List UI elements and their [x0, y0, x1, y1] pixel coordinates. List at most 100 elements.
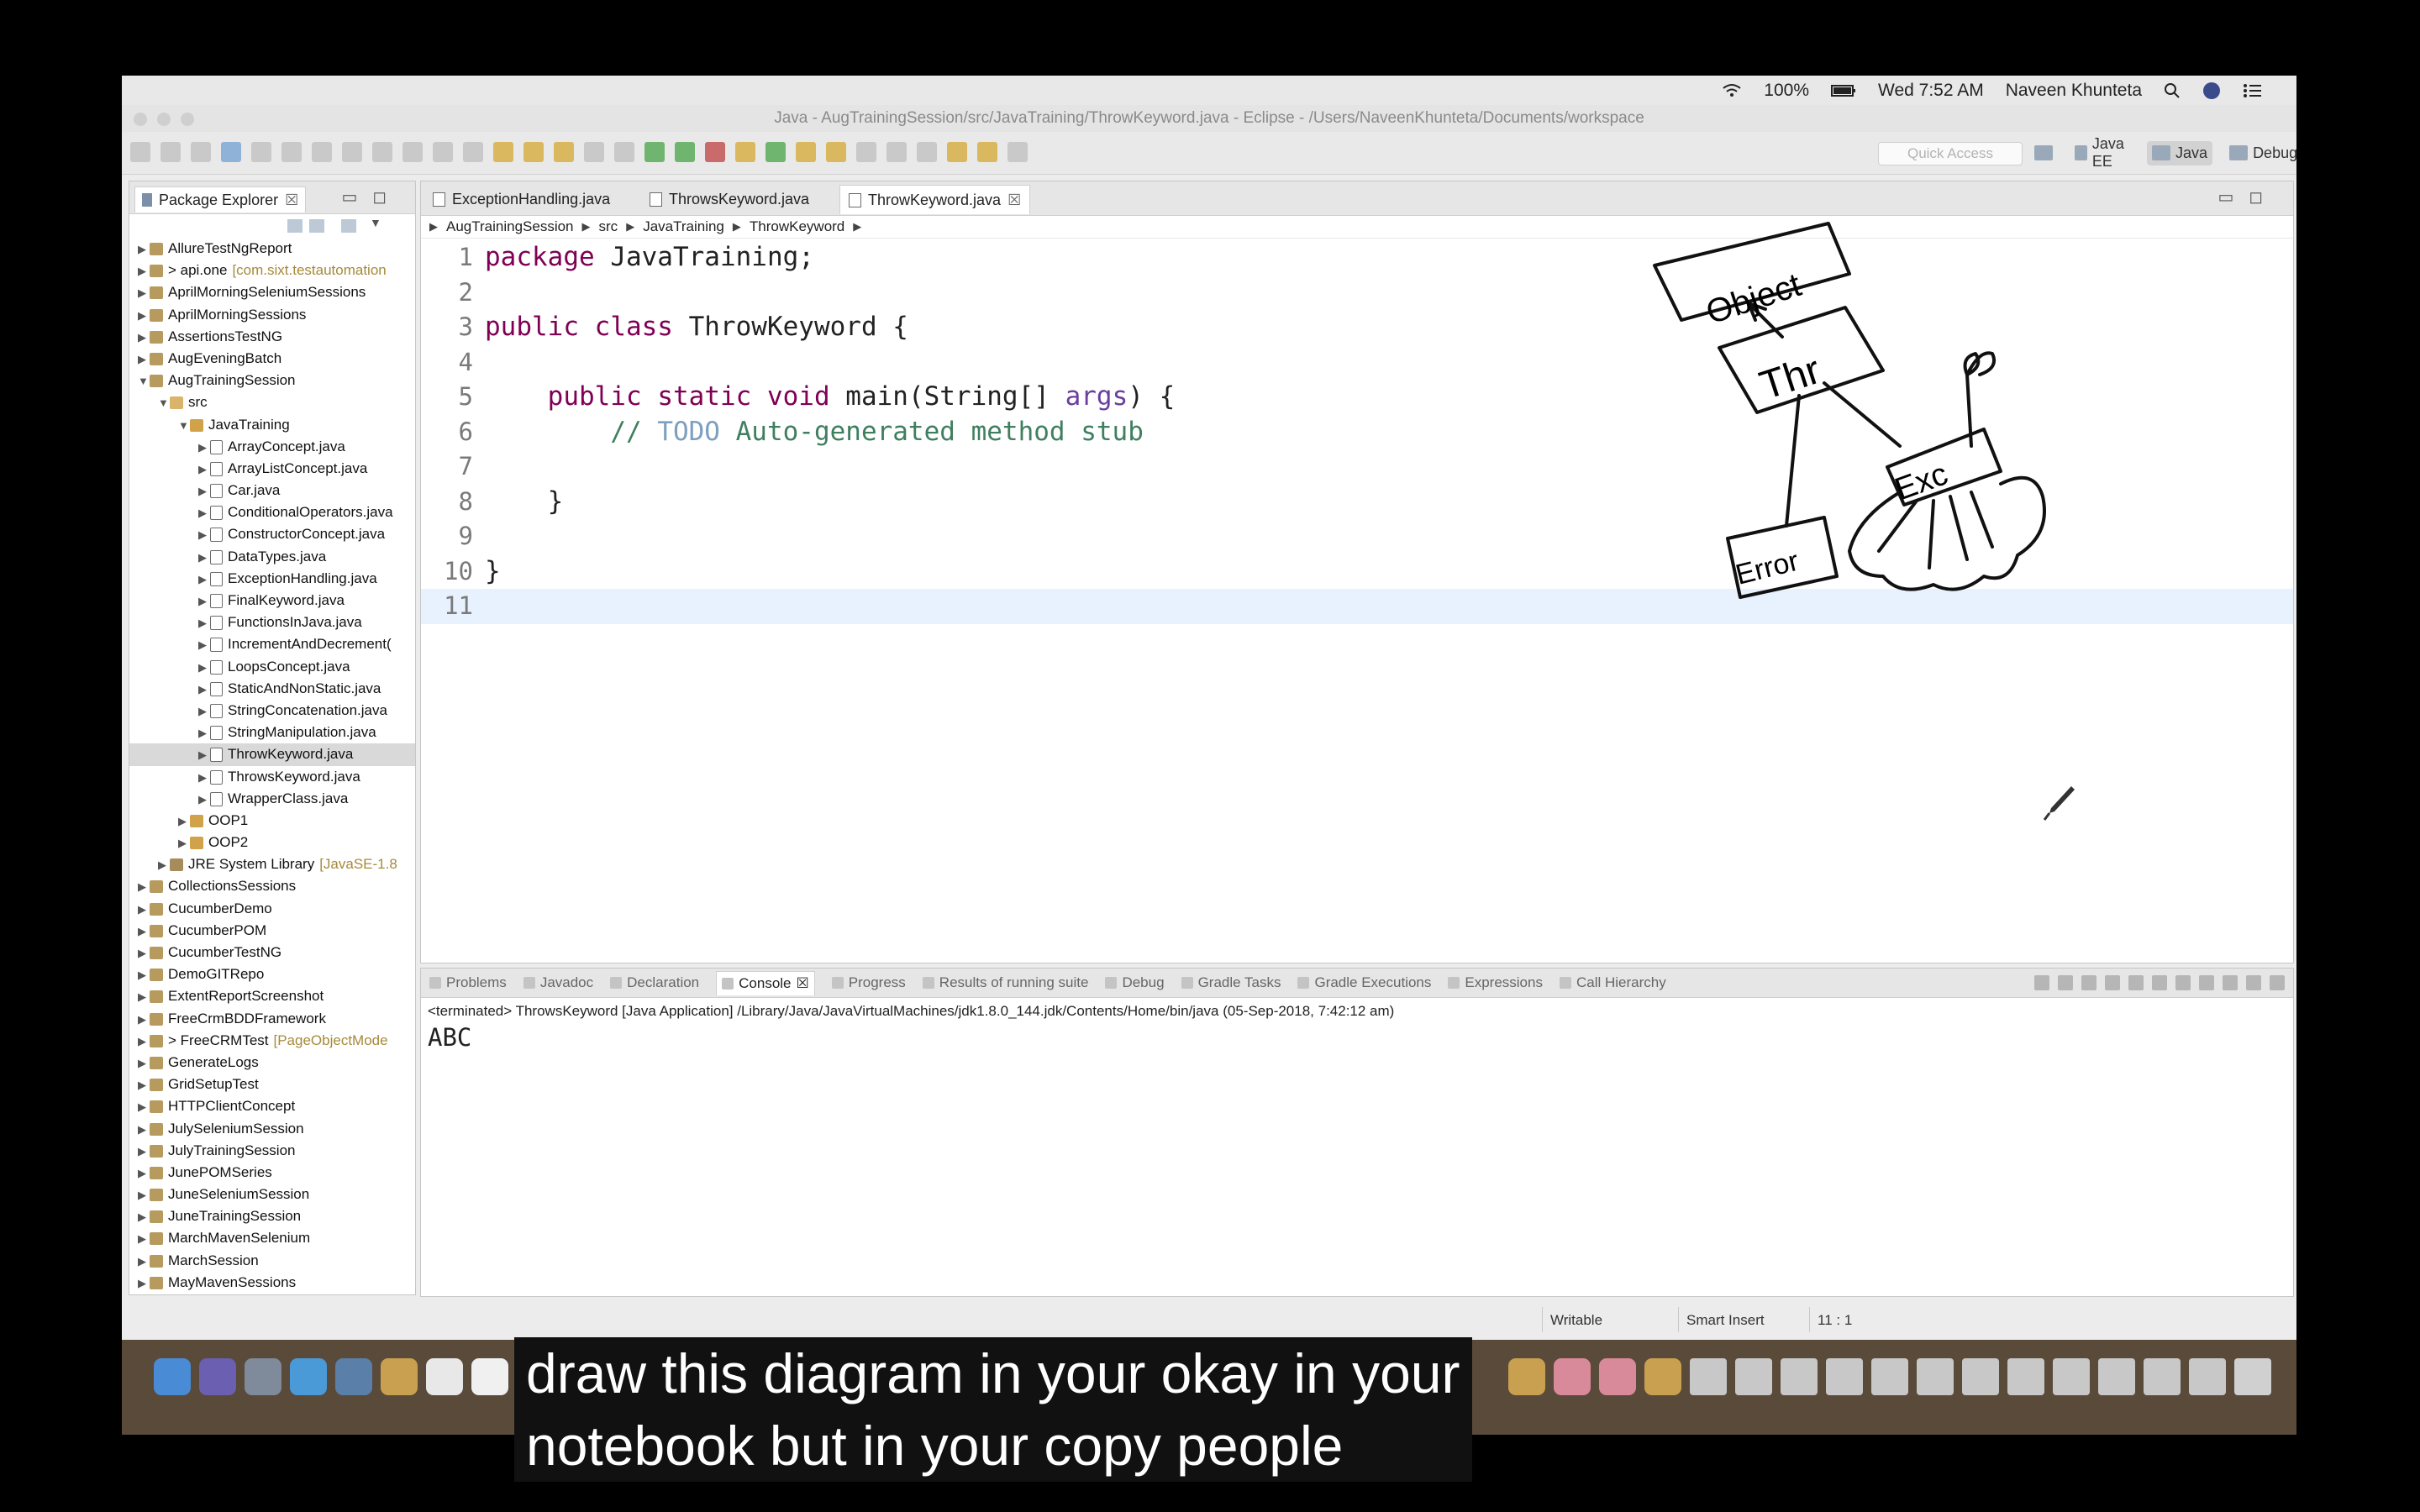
chevron-right-icon[interactable]: ▶ [138, 986, 150, 1007]
user-name[interactable]: Naveen Khunteta [2006, 81, 2142, 101]
tree-item[interactable]: ▶ HTTPClientConcept [129, 1095, 415, 1117]
code-line[interactable]: 3 public class ThrowKeyword { [421, 310, 2293, 345]
chevron-right-icon[interactable]: ▶ [138, 921, 150, 942]
code-line[interactable]: 8 } [421, 485, 2293, 520]
chevron-right-icon[interactable]: ▶ [138, 899, 150, 920]
tree-item[interactable]: ▶ ThrowsKeyword.java [129, 766, 415, 788]
chevron-right-icon[interactable]: ▶ [138, 1273, 150, 1294]
document-thumbnail-icon[interactable] [2053, 1358, 2090, 1395]
tree-item[interactable]: ▶ AprilMorningSeleniumSessions [129, 281, 415, 303]
chevron-right-icon[interactable]: ▶ [198, 569, 210, 590]
tree-item[interactable]: ▶ ConstructorConcept.java [129, 523, 415, 545]
chevron-right-icon[interactable]: ▶ [138, 942, 150, 963]
code-line[interactable]: 11 [421, 589, 2293, 624]
chevron-right-icon[interactable]: ▶ [198, 437, 210, 458]
back-icon[interactable] [977, 142, 997, 162]
tree-item[interactable]: ▶ ExtentReportScreenshot [129, 985, 415, 1007]
tree-item[interactable]: ▶ OOP2 [129, 832, 415, 853]
tab-debug[interactable]: Debug [1105, 974, 1165, 991]
tree-item[interactable]: ▶ JRE System Library [JavaSE-1.8 [129, 853, 415, 875]
chevron-right-icon[interactable]: ▶ [158, 854, 170, 875]
remove-all-launches-icon[interactable] [2081, 975, 2096, 990]
chevron-right-icon[interactable]: ▶ [138, 349, 150, 370]
tree-item[interactable]: ▶ StringConcatenation.java [129, 700, 415, 722]
chevron-right-icon[interactable]: ▶ [138, 1009, 150, 1030]
chevron-right-icon[interactable]: ▶ [198, 789, 210, 810]
tab-progress[interactable]: Progress [831, 974, 906, 991]
chevron-down-icon[interactable]: ▼ [138, 370, 150, 391]
clock[interactable]: Wed 7:52 AM [1878, 81, 1984, 101]
chevron-right-icon[interactable]: ▶ [138, 1228, 150, 1249]
tree-item[interactable]: ▶ GenerateLogs [129, 1052, 415, 1074]
chevron-right-icon[interactable]: ▶ [138, 327, 150, 348]
safari-icon[interactable] [290, 1358, 327, 1395]
show-on-output-icon[interactable] [2175, 975, 2191, 990]
code-line[interactable]: 6 // TODO Auto-generated method stub [421, 415, 2293, 450]
launchpad-icon[interactable] [245, 1358, 281, 1395]
document-thumbnail-icon[interactable] [1826, 1358, 1863, 1395]
search-toolbar-icon[interactable] [856, 142, 876, 162]
status-insert-mode[interactable]: Smart Insert [1686, 1312, 1765, 1329]
save-all-icon[interactable] [191, 142, 211, 162]
chevron-right-icon[interactable]: ▶ [138, 1053, 150, 1074]
open-resource-icon[interactable] [826, 142, 846, 162]
tree-item[interactable]: ▼ AugTrainingSession [129, 370, 415, 391]
tab-console[interactable]: Console ☒ [716, 970, 815, 995]
view-minmax-controls[interactable]: ▭◻ [2218, 186, 2279, 207]
chevron-down-icon[interactable]: ▼ [178, 415, 190, 436]
chevron-right-icon[interactable]: ▶ [198, 459, 210, 480]
close-icon[interactable]: ☒ [1007, 192, 1021, 209]
tree-item[interactable]: ▶ MayMavenSessions [129, 1272, 415, 1294]
suspend-icon[interactable] [312, 142, 332, 162]
maximize-view-icon[interactable] [2270, 975, 2285, 990]
run-icon[interactable] [675, 142, 695, 162]
tab-javadoc[interactable]: Javadoc [523, 974, 593, 991]
chevron-right-icon[interactable]: ▶ [198, 722, 210, 743]
chevron-right-icon[interactable]: ▶ [198, 767, 210, 788]
notification-center-icon[interactable] [2243, 83, 2263, 98]
chevron-right-icon[interactable]: ▶ [138, 282, 150, 303]
siri-icon[interactable] [2202, 81, 2221, 100]
tab-exception-handling[interactable]: ExceptionHandling.java [424, 185, 618, 213]
tree-item[interactable]: ▶ CucumberPOM [129, 920, 415, 942]
tree-item[interactable]: ▶ AprilMorningSessions [129, 304, 415, 326]
toggle-mark-occurrences-icon[interactable] [523, 142, 544, 162]
tree-item[interactable]: ▶ > FreeCRMTest [PageObjectMode [129, 1030, 415, 1052]
app-dock-icon[interactable] [1508, 1358, 1545, 1395]
disconnect-icon[interactable] [372, 142, 392, 162]
document-thumbnail-icon[interactable] [2189, 1358, 2226, 1395]
document-thumbnail-icon[interactable] [2098, 1358, 2135, 1395]
tree-item[interactable]: ▶ StringManipulation.java [129, 722, 415, 743]
chevron-right-icon[interactable]: ▶ [198, 547, 210, 568]
tree-item[interactable]: ▶ StaticAndNonStatic.java [129, 678, 415, 700]
collapse-all-icon[interactable] [287, 219, 302, 233]
chevron-right-icon[interactable]: ▶ [138, 239, 150, 260]
perspective-debug[interactable]: Debug [2224, 141, 2296, 165]
chevron-right-icon[interactable]: ▶ [198, 744, 210, 765]
chevron-right-icon[interactable]: ▶ [198, 612, 210, 633]
tree-item[interactable]: ▶ WrapperClass.java [129, 788, 415, 810]
tree-item[interactable]: ▶ FreeCrmBDDFramework [129, 1008, 415, 1030]
step-return-icon[interactable] [463, 142, 483, 162]
tree-item[interactable]: ▶ JuneTrainingSession [129, 1205, 415, 1227]
spotlight-search-icon[interactable] [2164, 82, 2181, 99]
chevron-right-icon[interactable]: ▶ [138, 1184, 150, 1205]
chevron-right-icon[interactable]: ▶ [198, 657, 210, 678]
perspective-java[interactable]: Java [2147, 140, 2213, 165]
skip-breakpoints-icon[interactable] [251, 142, 271, 162]
open-task-icon[interactable] [493, 142, 513, 162]
new-icon[interactable] [130, 142, 150, 162]
chevron-right-icon[interactable]: ▶ [138, 1096, 150, 1117]
clear-console-icon[interactable] [2034, 975, 2049, 990]
reminders-icon[interactable] [471, 1358, 508, 1395]
tab-call-hierarchy[interactable]: Call Hierarchy [1559, 974, 1666, 991]
debug-icon[interactable] [644, 142, 665, 162]
chevron-right-icon[interactable]: ▶ [198, 502, 210, 523]
code-line[interactable]: 2 [421, 276, 2293, 311]
chevron-down-icon[interactable]: ▼ [158, 392, 170, 413]
calendar-icon[interactable] [426, 1358, 463, 1395]
battery-percent[interactable]: 100% [1764, 81, 1809, 101]
document-thumbnail-icon[interactable] [1917, 1358, 1954, 1395]
tab-gradle-tasks[interactable]: Gradle Tasks [1181, 974, 1281, 991]
code-line[interactable]: 10} [421, 554, 2293, 590]
